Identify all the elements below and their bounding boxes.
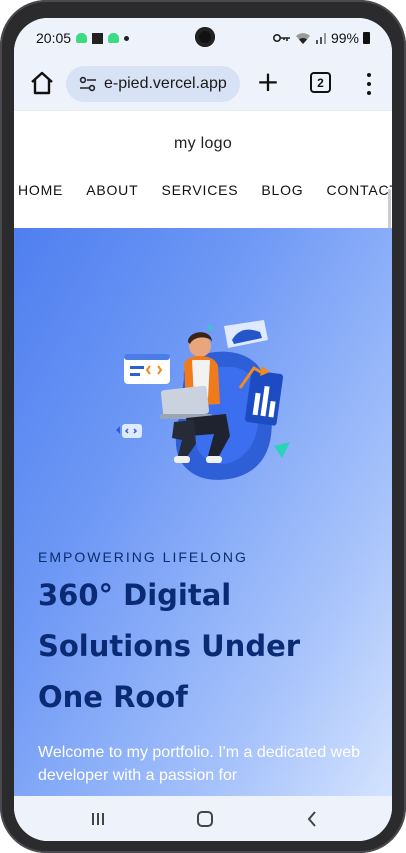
address-bar[interactable]: e-pied.vercel.app [66, 66, 240, 102]
wifi-icon [295, 33, 310, 44]
status-left: 20:05 [36, 30, 130, 46]
hero-intro-text: Welcome to my portfolio. I'm a dedicated… [38, 744, 361, 784]
recents-icon[interactable] [90, 812, 106, 826]
status-time: 20:05 [36, 30, 72, 46]
system-nav-bar [14, 796, 392, 841]
battery-percent: 99% [330, 30, 359, 46]
dot-icon [124, 35, 130, 41]
site-nav: HOME ABOUT SERVICES BLOG CONTACT [18, 182, 392, 198]
stop-icon [92, 32, 104, 44]
signal-icon [315, 33, 326, 44]
hero-title-line-1: 360° Digital [38, 578, 232, 612]
nav-item-about[interactable]: ABOUT [86, 182, 138, 198]
hero-title: 360° Digital Solutions Under One Roof [38, 570, 338, 723]
site-header: my logo HOME ABOUT SERVICES BLOG CONTACT [14, 110, 392, 307]
browser-toolbar: e-pied.vercel.app + 2 [14, 58, 392, 110]
status-right: 99% [272, 18, 370, 58]
tab-switcher-button[interactable]: 2 [310, 72, 331, 93]
nav-item-blog[interactable]: BLOG [261, 182, 303, 198]
android-icon [76, 33, 88, 43]
site-settings-icon[interactable] [79, 76, 97, 92]
hero-title-line-3: One Roof [38, 680, 188, 714]
new-tab-button[interactable]: + [254, 68, 282, 98]
front-camera [195, 27, 215, 47]
screen: 20:05 99% e-pied.vercel.app + 2 my logo … [14, 18, 392, 841]
developer-illustration [116, 320, 290, 480]
nav-item-contact[interactable]: CONTACT [327, 182, 393, 198]
back-icon[interactable] [306, 810, 318, 828]
site-logo[interactable]: my logo [14, 135, 392, 153]
battery-icon [363, 32, 370, 44]
phone-frame: 20:05 99% e-pied.vercel.app + 2 my logo … [0, 0, 406, 853]
home-icon[interactable] [28, 69, 56, 97]
android-icon [108, 33, 120, 43]
key-icon [272, 34, 290, 42]
nav-item-home[interactable]: HOME [18, 182, 63, 198]
nav-item-services[interactable]: SERVICES [161, 182, 238, 198]
overflow-menu-icon[interactable] [364, 71, 374, 97]
status-bar: 20:05 99% [14, 18, 392, 58]
hero-eyebrow: EMPOWERING LIFELONG [38, 549, 248, 565]
hero-section: EMPOWERING LIFELONG 360° Digital Solutio… [14, 228, 392, 796]
home-nav-icon[interactable] [197, 811, 213, 827]
url-text: e-pied.vercel.app [104, 75, 227, 92]
hero-title-line-2: Solutions Under [38, 629, 301, 663]
